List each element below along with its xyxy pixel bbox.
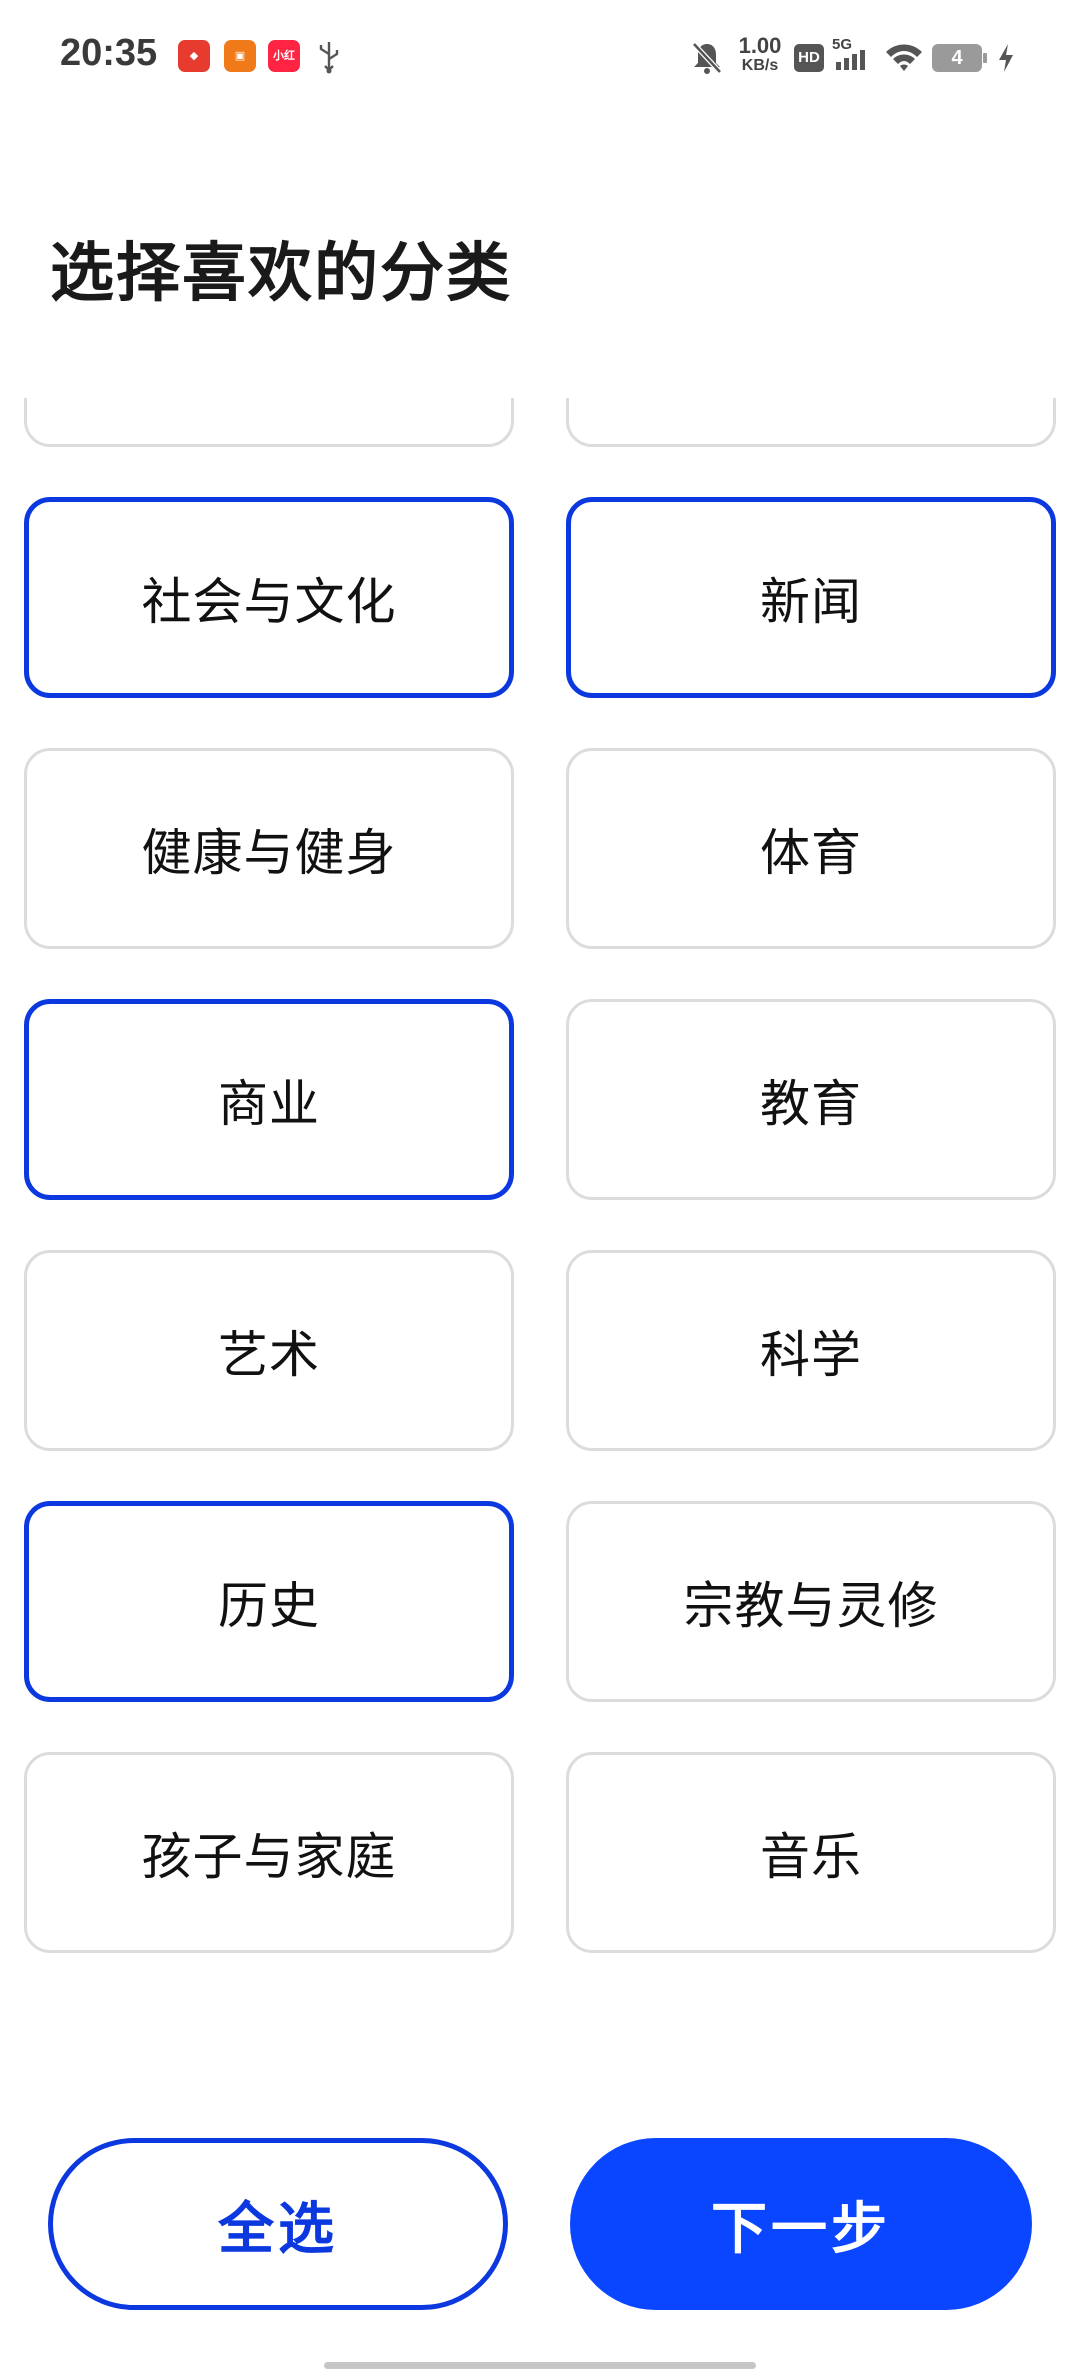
network-speed-value: 1.00 (738, 33, 782, 58)
category-label: 商业 (218, 1074, 320, 1133)
category-grid: 犯罪纪实 喜剧社会与文化 新闻健康与健身 体育商业 教育艺术 科学历史 宗教与灵修孩子与家庭… (24, 398, 1056, 1953)
category-label: 宗教与灵修 (683, 1576, 939, 1635)
category-label: 新闻 (760, 572, 862, 631)
network-speed-unit: KB/s (741, 57, 779, 74)
category-card[interactable]: 健康与健身 (24, 748, 514, 949)
category-label: 孩子与家庭 (141, 1827, 397, 1886)
category-card[interactable]: 历史 (24, 1501, 514, 1702)
select-all-button[interactable]: 全选 (48, 2138, 508, 2310)
category-card[interactable]: 喜剧 (566, 398, 1056, 447)
home-indicator[interactable] (324, 2362, 756, 2369)
usb-icon (319, 42, 339, 74)
category-card[interactable]: 新闻 (566, 497, 1056, 698)
category-card[interactable]: 科学 (566, 1250, 1056, 1451)
news-app-notification-icon: ◆ (178, 40, 210, 72)
charging-icon (999, 44, 1013, 72)
category-card[interactable]: 犯罪纪实 (24, 398, 514, 447)
page-title: 选择喜欢的分类 (50, 237, 512, 311)
status-time: 20:35 (60, 32, 158, 74)
wifi-icon (886, 44, 922, 71)
category-card[interactable]: 社会与文化 (24, 497, 514, 698)
category-card[interactable]: 孩子与家庭 (24, 1752, 514, 1953)
next-step-button[interactable]: 下一步 (570, 2138, 1032, 2310)
battery-tip (983, 53, 987, 63)
category-card[interactable]: 艺术 (24, 1250, 514, 1451)
category-label: 社会与文化 (141, 572, 397, 631)
status-bar: 20:35 ◆ ▣ 小红书 1.00 KB/s HD 5G 4 (0, 0, 1080, 110)
battery-level: 4 (932, 44, 982, 72)
category-label: 艺术 (218, 1325, 320, 1384)
category-card[interactable]: 宗教与灵修 (566, 1501, 1056, 1702)
category-label: 历史 (218, 1576, 320, 1635)
hd-badge: HD (794, 44, 824, 72)
category-card[interactable]: 教育 (566, 999, 1056, 1200)
category-card[interactable]: 体育 (566, 748, 1056, 949)
category-label: 健康与健身 (141, 823, 397, 882)
category-label: 音乐 (760, 1827, 862, 1886)
category-card[interactable]: 商业 (24, 999, 514, 1200)
shop-app-notification-icon: ▣ (224, 40, 256, 72)
category-card[interactable]: 音乐 (566, 1752, 1056, 1953)
network-speed: 1.00 KB/s (732, 33, 788, 76)
battery-icon: 4 (932, 44, 988, 72)
xiaohongshu-notification-icon: 小红书 (268, 40, 300, 72)
category-label: 教育 (760, 1074, 862, 1133)
category-label: 体育 (760, 823, 862, 882)
mute-icon (692, 42, 722, 74)
category-list[interactable]: 犯罪纪实 喜剧社会与文化 新闻健康与健身 体育商业 教育艺术 科学历史 宗教与灵修孩子与家庭… (0, 398, 1080, 2060)
cellular-signal-icon: 5G (832, 36, 876, 76)
category-label: 科学 (760, 1325, 862, 1384)
